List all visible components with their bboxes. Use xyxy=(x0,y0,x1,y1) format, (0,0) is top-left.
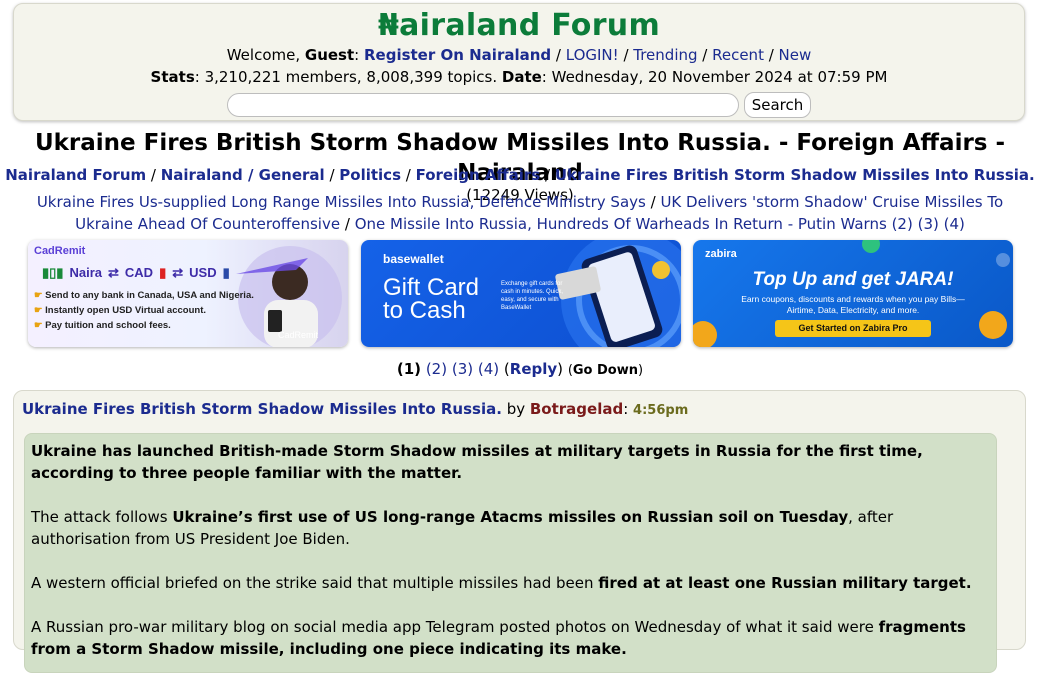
page-link-4[interactable]: (4) xyxy=(478,360,499,378)
post-paragraph-1: Ukraine has launched British-made Storm … xyxy=(31,440,990,484)
post-by: by xyxy=(506,400,526,418)
cadremit-logo: CadRemit xyxy=(34,245,86,257)
swap-icon: ⇄ xyxy=(108,265,119,280)
related-page-4[interactable]: (4) xyxy=(944,215,965,233)
post-author-link[interactable]: Botragelad xyxy=(530,400,623,418)
search-button[interactable]: Search xyxy=(743,92,812,118)
cadremit-bullet: Instantly open USD Virtual account. xyxy=(45,305,206,316)
zabira-logo: zabira xyxy=(705,248,737,260)
hand-icon: ☛ xyxy=(34,290,43,301)
currency-usd: USD xyxy=(189,265,217,280)
zabira-headline: Top Up and get JARA! xyxy=(752,269,954,290)
breadcrumb-politics[interactable]: Politics xyxy=(339,166,401,184)
basewallet-headline-2: to Cash xyxy=(383,297,466,324)
related-link-1[interactable]: Ukraine Fires Us-supplied Long Range Mis… xyxy=(37,193,646,211)
stats-value: 3,210,221 members, 8,008,399 topics. xyxy=(204,68,498,86)
cadremit-bullet: Send to any bank in Canada, USA and Nige… xyxy=(45,290,254,301)
register-link[interactable]: Register On Nairaland xyxy=(364,46,551,64)
site-logo[interactable]: ₦airaland Forum xyxy=(14,8,1024,44)
zabira-subtext: Earn coupons, discounts and rewards when… xyxy=(741,294,965,315)
related-page-2[interactable]: (2) xyxy=(892,215,913,233)
new-link[interactable]: New xyxy=(779,46,812,64)
forum-post: Ukraine Fires British Storm Shadow Missi… xyxy=(13,390,1026,673)
stats-label: Stats xyxy=(150,68,195,86)
post-paragraph-3: A western official briefed on the strike… xyxy=(31,572,990,594)
ad-banner-cadremit[interactable]: CadRemit ▮▯▮ Naira ⇄ CAD ▮ ⇄ USD ▮ ☛ Send… xyxy=(28,240,348,347)
ad-banner-basewallet[interactable]: basewallet Gift Card to Cash Exchange gi… xyxy=(361,240,681,347)
zabira-cta-button[interactable]: Get Started on Zabira Pro xyxy=(775,320,931,337)
related-link-3[interactable]: One Missile Into Russia, Hundreds Of War… xyxy=(355,215,887,233)
flag-ng-icon: ▮▯▮ xyxy=(42,265,64,280)
breadcrumb-topic[interactable]: Ukraine Fires British Storm Shadow Missi… xyxy=(555,166,1035,184)
login-link[interactable]: LOGIN! xyxy=(566,46,619,64)
post-paragraph-4: A Russian pro-war military blog on socia… xyxy=(31,616,990,660)
hand-icon: ☛ xyxy=(34,320,43,331)
related-topics: Ukraine Fires Us-supplied Long Range Mis… xyxy=(36,193,1004,233)
current-page: (1) xyxy=(396,360,422,378)
post-time: 4:56pm xyxy=(633,403,689,418)
guest-label: Guest xyxy=(304,46,355,64)
currency-naira: Naira xyxy=(69,265,102,280)
welcome-text: Welcome, xyxy=(226,46,305,64)
post-body: Ukraine has launched British-made Storm … xyxy=(24,433,997,673)
search-input[interactable] xyxy=(226,93,739,117)
cadremit-badge: CadRemit xyxy=(278,330,319,340)
post-p3-b: fired at at least one Russian military t… xyxy=(598,574,972,592)
site-header: ₦airaland Forum Welcome, Guest: Register… xyxy=(13,3,1025,121)
post-paragraph-2: The attack follows Ukraine’s first use o… xyxy=(31,506,990,550)
cadremit-bullets: ☛ Send to any bank in Canada, USA and Ni… xyxy=(34,288,254,333)
flag-ca-icon: ▮ xyxy=(159,265,167,280)
currency-cad: CAD xyxy=(124,265,154,280)
post-p4-a: A Russian pro-war military blog on socia… xyxy=(31,618,879,636)
cadremit-currencies: ▮▯▮ Naira ⇄ CAD ▮ ⇄ USD ▮ xyxy=(42,265,230,281)
page-link-2[interactable]: (2) xyxy=(426,360,447,378)
basewallet-headline-1: Gift Card xyxy=(383,274,480,301)
post-header: Ukraine Fires British Storm Shadow Missi… xyxy=(22,400,689,418)
search-bar: Search xyxy=(14,92,1024,118)
pagination: (1) (2) (3) (4) (Reply) (Go Down) xyxy=(396,360,644,378)
page-link-3[interactable]: (3) xyxy=(452,360,473,378)
recent-link[interactable]: Recent xyxy=(712,46,764,64)
post-p3-a: A western official briefed on the strike… xyxy=(31,574,599,592)
trending-link[interactable]: Trending xyxy=(633,46,697,64)
date-label: Date xyxy=(501,68,542,86)
post-title-link[interactable]: Ukraine Fires British Storm Shadow Missi… xyxy=(22,400,502,418)
reply-link[interactable]: Reply xyxy=(510,360,557,378)
go-down-link[interactable]: Go Down xyxy=(573,363,638,378)
post-p1-bold: Ukraine has launched British-made Storm … xyxy=(31,442,923,482)
basewallet-logo: basewallet xyxy=(383,252,444,266)
stats-line: Stats: 3,210,221 members, 8,008,399 topi… xyxy=(150,68,888,86)
breadcrumb-forum[interactable]: Nairaland Forum xyxy=(5,166,146,184)
flag-us-icon: ▮ xyxy=(222,265,230,280)
breadcrumb-foreign-affairs[interactable]: Foreign Affairs xyxy=(416,166,541,184)
swap-icon: ⇄ xyxy=(172,265,184,280)
welcome-line: Welcome, Guest: Register On Nairaland / … xyxy=(226,46,812,64)
related-page-3[interactable]: (3) xyxy=(918,215,939,233)
hand-icon: ☛ xyxy=(34,305,43,316)
post-p2-b: Ukraine’s first use of US long-range Ata… xyxy=(172,508,849,526)
basewallet-small-text: Exchange gift cards for cash in minutes.… xyxy=(501,281,564,311)
cadremit-bullet: Pay tuition and school fees. xyxy=(45,320,171,331)
post-p2-a: The attack follows xyxy=(31,508,173,526)
breadcrumb-general[interactable]: Nairaland / General xyxy=(161,166,325,184)
ad-banner-zabira[interactable]: zabira Top Up and get JARA! Earn coupons… xyxy=(693,240,1013,347)
basewallet-headline: Gift Card to Cash xyxy=(383,274,480,324)
date-value: Wednesday, 20 November 2024 at 07:59 PM xyxy=(551,68,888,86)
